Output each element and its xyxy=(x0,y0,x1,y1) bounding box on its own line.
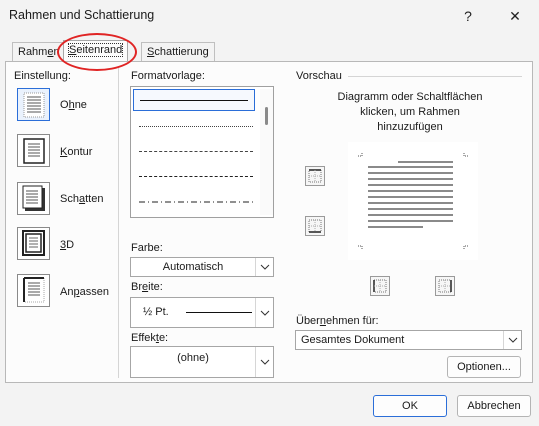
separator xyxy=(118,68,119,378)
setting-none-label[interactable]: Ohne xyxy=(60,99,87,111)
effects-select[interactable]: (ohne) xyxy=(130,346,274,378)
scroll-thumb[interactable] xyxy=(265,107,268,125)
close-button[interactable]: ✕ xyxy=(492,0,538,32)
line-style-dotted[interactable] xyxy=(139,126,253,127)
setting-none-icon[interactable] xyxy=(17,88,50,121)
tab-schattierung[interactable]: Schattierung xyxy=(141,42,215,62)
title-bar: Rahmen und Schattierung ? ✕ xyxy=(0,0,539,32)
width-preview-line xyxy=(186,312,252,313)
apply-to-select[interactable]: Gesamtes Dokument xyxy=(295,330,522,350)
cancel-button[interactable]: Abbrechen xyxy=(457,395,531,417)
line-style-list[interactable] xyxy=(130,86,274,218)
width-select[interactable]: ½ Pt. xyxy=(130,297,274,328)
setting-3d-icon[interactable] xyxy=(17,227,50,260)
options-button[interactable]: Optionen... xyxy=(447,356,521,378)
bottom-border-icon[interactable] xyxy=(305,216,325,236)
dialog-title: Rahmen und Schattierung xyxy=(9,8,155,22)
color-select-value: Automatisch xyxy=(162,261,224,273)
chevron-down-icon[interactable] xyxy=(255,347,273,377)
setting-box-icon[interactable] xyxy=(17,134,50,167)
setting-box-label[interactable]: Kontur xyxy=(60,146,92,158)
help-button[interactable]: ? xyxy=(445,0,491,32)
line-style-dashed-small[interactable] xyxy=(139,151,253,152)
effects-select-value: (ohne) xyxy=(177,352,209,364)
preview-separator xyxy=(348,76,522,77)
top-border-icon[interactable] xyxy=(305,166,325,186)
ok-button[interactable]: OK xyxy=(373,395,447,417)
chevron-down-icon[interactable] xyxy=(255,258,273,276)
line-style-dashed[interactable] xyxy=(139,176,253,177)
highlight-ring xyxy=(57,33,137,71)
preview-diagram[interactable] xyxy=(348,142,478,260)
style-heading: Formatvorlage: xyxy=(131,70,205,82)
list-scrollbar[interactable] xyxy=(260,89,273,215)
line-style-selected[interactable] xyxy=(133,89,255,111)
apply-to-value: Gesamtes Dokument xyxy=(301,334,405,346)
width-select-value: ½ Pt. xyxy=(143,306,169,318)
left-border-icon[interactable] xyxy=(370,276,390,296)
setting-custom-icon[interactable] xyxy=(17,274,50,307)
settings-heading: Einstellung: xyxy=(14,70,71,82)
preview-hint: Diagramm oder Schaltflächen klicken, um … xyxy=(337,91,483,133)
color-select[interactable]: Automatisch xyxy=(130,257,274,277)
apply-to-label: Übernehmen für: xyxy=(296,315,379,327)
preview-heading: Vorschau xyxy=(296,70,342,82)
color-label: Farbe: xyxy=(131,242,163,254)
setting-shadow-icon[interactable] xyxy=(17,182,50,215)
right-border-icon[interactable] xyxy=(435,276,455,296)
setting-shadow-label[interactable]: Schatten xyxy=(60,193,103,205)
chevron-down-icon[interactable] xyxy=(255,298,273,327)
chevron-down-icon[interactable] xyxy=(503,331,521,349)
effects-label: Effekte: xyxy=(131,332,169,344)
setting-3d-label[interactable]: 3D xyxy=(60,239,74,251)
width-label: Breite: xyxy=(131,281,163,293)
setting-custom-label[interactable]: Anpassen xyxy=(60,286,109,298)
